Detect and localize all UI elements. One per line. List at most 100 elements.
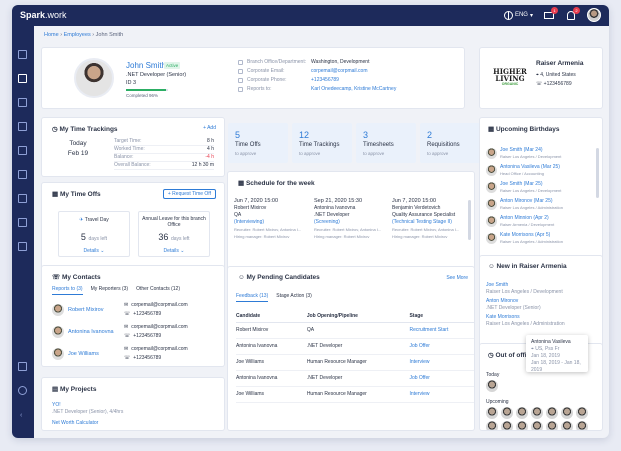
contact-name-link[interactable]: Robert Mixirov [68, 307, 103, 313]
annual-leave-details-link[interactable]: Details ⌄ [139, 248, 209, 254]
language-selector[interactable]: ENG ▾ [503, 10, 533, 20]
tab-other-contacts[interactable]: Other Contacts (12) [136, 286, 180, 295]
time-tracking-stats: Target Time: 8 h Worked Time: 4 h Balance:… [114, 138, 214, 170]
list-item[interactable]: Joe Smith (Mar 24) Raiser Los Angeles / D… [486, 146, 602, 162]
info-email: Corporate Email: corpemail@corpmail.com [238, 68, 367, 74]
tab-feedback[interactable]: Feedback (13) [236, 293, 269, 302]
see-more-link[interactable]: See More [446, 275, 468, 281]
avatar[interactable] [531, 407, 543, 419]
avatar [52, 326, 64, 338]
request-time-off-button[interactable]: + Request Time Off [162, 189, 216, 199]
table-row[interactable]: Joe Williams Human Resource Manager Interv… [236, 354, 474, 371]
avatar[interactable] [561, 407, 573, 419]
people-icon[interactable] [18, 74, 27, 83]
list-item[interactable]: Joe Smith Raiser Los Angeles / Developmen… [486, 282, 563, 296]
globe-icon [503, 10, 513, 20]
corporate-phone-link[interactable]: +123456789 [311, 77, 339, 83]
travel-day-details-link[interactable]: Details ⌄ [59, 248, 129, 254]
avatar[interactable] [486, 407, 498, 419]
grid-icon[interactable] [18, 362, 27, 371]
avatar[interactable] [516, 421, 528, 430]
breadcrumb-home[interactable]: Home [44, 32, 59, 38]
schedule-item[interactable]: Jun 7, 2020 15:00 Benjamin Verdetovich Q… [392, 198, 472, 240]
gear-icon[interactable] [18, 386, 27, 395]
notifications-button[interactable]: 2 [565, 7, 580, 21]
bookmark-icon[interactable] [18, 50, 27, 59]
avatar[interactable] [486, 380, 498, 392]
annual-leave-box: Annual Leave for this branch Office 36 d… [138, 211, 210, 257]
annual-leave-value: 36 days left [158, 232, 190, 242]
clock-icon[interactable] [18, 146, 27, 155]
file-icon[interactable] [18, 242, 27, 251]
add-time-tracking-button[interactable]: + Add [203, 125, 216, 131]
breadcrumb: Home › Employees › John Smith [44, 32, 124, 38]
mail-button[interactable]: 1 [543, 7, 558, 21]
collapse-icon[interactable]: ‹ [20, 412, 22, 419]
tile-time-trackings[interactable]: 12 Time Trackings to approve [292, 123, 352, 163]
briefcase-icon[interactable] [18, 98, 27, 107]
birthdays-card: ▦ Upcoming Birthdays Joe Smith (Mar 24) R… [480, 118, 602, 268]
avatar[interactable] [546, 407, 558, 419]
list-icon[interactable] [18, 218, 27, 227]
breadcrumb-employees[interactable]: Employees [64, 32, 91, 38]
column-job-opening[interactable]: Job Opening/Pipeline [306, 311, 410, 323]
avatar[interactable] [576, 407, 588, 419]
avatar[interactable] [501, 421, 513, 430]
list-item[interactable]: Antonina Vasileva (Mar 25) Head Office / … [486, 163, 602, 179]
avatar[interactable] [486, 421, 498, 430]
list-item[interactable]: Joe Smith (Mar 25) Raiser Los Angeles / D… [486, 180, 602, 196]
tile-time-offs[interactable]: 5 Time Offs to approve [228, 123, 288, 163]
contact-email[interactable]: ✉ corpemail@corpmail.com [124, 324, 188, 330]
schedule-item[interactable]: Sep 21, 2020 15:30 Antonina Ivanovna .NE… [314, 198, 394, 240]
project-yo[interactable]: YO! .NET Developer (Senior), 4/4hrs [52, 402, 123, 416]
avatar[interactable] [516, 407, 528, 419]
column-candidate[interactable]: Candidate [236, 311, 307, 323]
list-item[interactable]: Kate Morrisons Raiser Los Angeles / Admin… [486, 314, 565, 328]
list-item[interactable]: Kate Morrisons (Apr 5) Raiser Los Angeles… [486, 231, 602, 247]
table-row[interactable]: Antonina Ivanovna .NET Developer Job Offer [236, 370, 474, 387]
avatar[interactable] [576, 421, 588, 430]
tile-timesheets[interactable]: 3 Timesheets to approve [356, 123, 416, 163]
time-offs-card: ▦ My Time Offs + Request Time Off ✈ Trav… [42, 183, 224, 277]
schedule-item[interactable]: Jun 7, 2020 15:00 Robert Mixirov QA (Int… [234, 198, 314, 240]
project-net-worth[interactable]: Net Worth Calculator [52, 420, 98, 426]
birthdays-scrollbar[interactable] [596, 148, 599, 198]
tab-my-reporters[interactable]: My Reporters (3) [91, 286, 129, 295]
list-item[interactable]: Anton Mironov .NET Developer (Senior) [486, 298, 541, 312]
column-stage[interactable]: Stage [409, 311, 474, 323]
company-card: HIGHER LIVING ORGANIC Raiser Armenia ⌖ 4, … [480, 48, 602, 108]
app-logo[interactable]: Spark.work [20, 10, 67, 20]
avatar [486, 165, 497, 176]
corporate-email-link[interactable]: corpemail@corpmail.com [311, 68, 367, 74]
avatar[interactable] [546, 421, 558, 430]
avatar [486, 148, 497, 159]
contact-email[interactable]: ✉ corpemail@corpmail.com [124, 302, 188, 308]
phone-icon: ☏ [124, 333, 131, 339]
user-avatar[interactable] [587, 8, 601, 22]
list-item[interactable]: Anton Mironov (Mar 25) Raiser Los Angeles… [486, 197, 602, 213]
table-row[interactable]: Robert Mixirov QA Recruitment Start [236, 322, 474, 339]
new-in-title: ☺ New in Raiser Armenia [488, 263, 567, 270]
contact-name-link[interactable]: Joe Williams [68, 351, 99, 357]
contact-email[interactable]: ✉ corpemail@corpmail.com [124, 346, 188, 352]
contact-phone[interactable]: ☏ +123456789 [124, 355, 161, 361]
avatar[interactable] [501, 407, 513, 419]
contact-phone[interactable]: ☏ +123456789 [124, 333, 161, 339]
schedule-scrollbar[interactable] [468, 200, 471, 240]
tile-requisitions[interactable]: 2 Requisitions to approve [420, 123, 480, 163]
document-icon[interactable] [18, 194, 27, 203]
table-row[interactable]: Antonina Ivanovna .NET Developer Job Offer [236, 338, 474, 355]
contact-name-link[interactable]: Antonina Ivanovna [68, 329, 114, 335]
avatar[interactable] [561, 421, 573, 430]
tab-stage-action[interactable]: Stage Action (3) [276, 293, 312, 302]
annual-leave-label: Annual Leave for this branch Office [142, 216, 206, 228]
table-row[interactable]: Joe Williams Human Resource Manager Interv… [236, 386, 474, 403]
projects-card: ▤ My Projects YO! .NET Developer (Senior)… [42, 378, 224, 430]
avatar[interactable] [531, 421, 543, 430]
contact-phone[interactable]: ☏ +123456789 [124, 311, 161, 317]
tab-reports-to[interactable]: Reports to (3) [52, 286, 83, 295]
calendar-icon[interactable] [18, 122, 27, 131]
list-item[interactable]: Anton Minnion (Apr 2) Raiser Armenia / De… [486, 214, 602, 230]
chart-icon[interactable] [18, 170, 27, 179]
reports-to-link[interactable]: Karl Onedeecamp, Kristine McCartney [311, 86, 396, 92]
